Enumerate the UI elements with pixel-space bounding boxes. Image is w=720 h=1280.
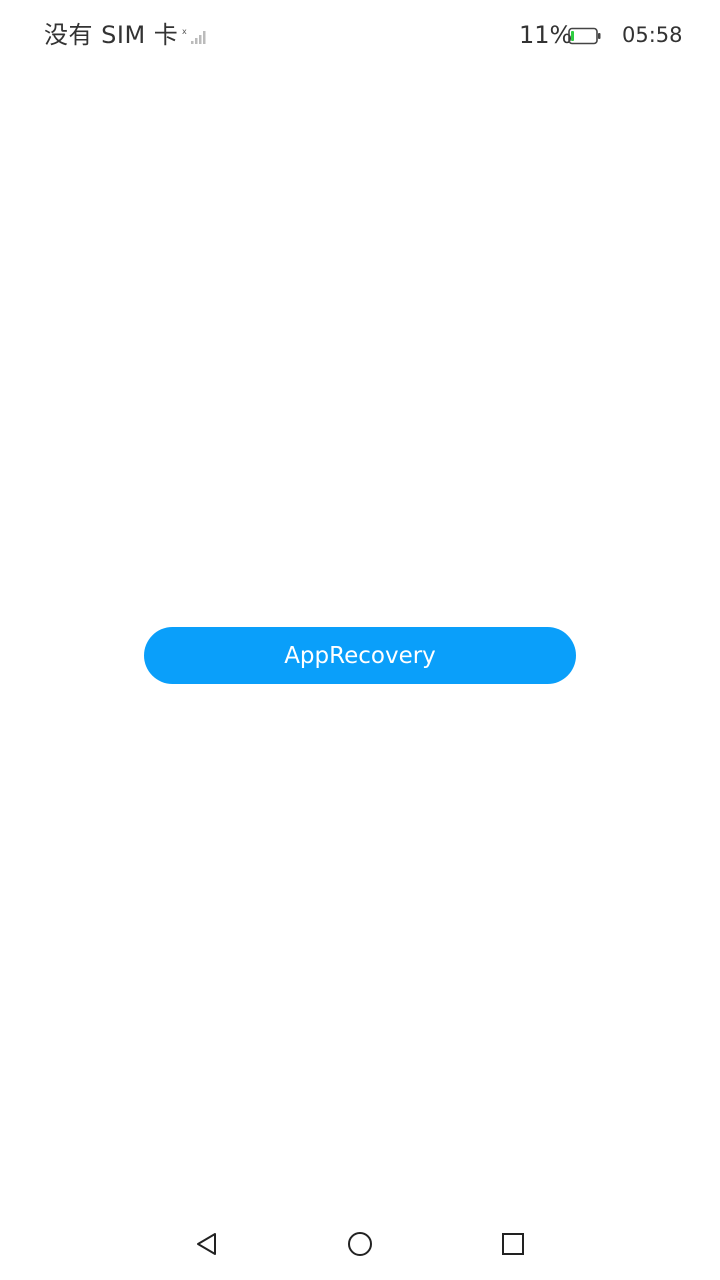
signal-no-sim-icon: x (182, 26, 210, 46)
back-triangle-icon[interactable] (191, 1228, 223, 1260)
clock: 05:58 (622, 23, 683, 47)
app-recovery-button[interactable]: AppRecovery (144, 627, 576, 684)
battery-low-icon (568, 27, 602, 45)
app-screen: 没有 SIM 卡 x 11% 05:58 AppRecovery (0, 0, 720, 1280)
navigation-bar (0, 1200, 720, 1280)
carrier-label: 没有 SIM 卡 (44, 21, 179, 49)
recent-apps-square-icon[interactable] (497, 1228, 529, 1260)
svg-text:x: x (182, 27, 187, 36)
status-bar: 没有 SIM 卡 x 11% 05:58 (0, 0, 720, 70)
battery-percent: 11% (519, 21, 573, 49)
home-circle-icon[interactable] (344, 1228, 376, 1260)
